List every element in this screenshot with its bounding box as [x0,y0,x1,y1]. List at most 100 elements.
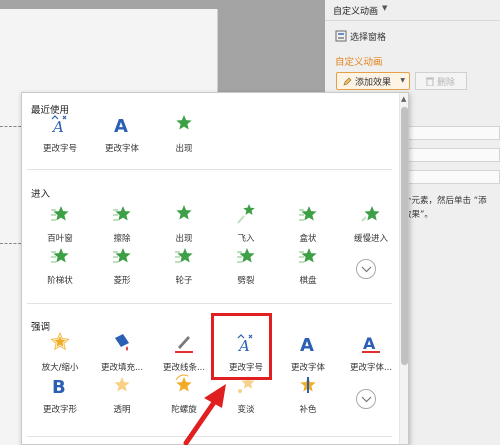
effect-item[interactable]: 缓慢进入 [340,203,402,253]
effect-label: 擦除 [113,234,131,244]
effect-label: 出现 [175,144,193,154]
effect-label: 更改线条... [162,363,206,373]
chevron-down-icon [361,396,372,403]
effect-label: 盒状 [299,234,317,244]
pencil-icon [343,77,352,85]
box-star-icon [298,203,318,225]
appear-star-icon [174,203,194,225]
section-divider [27,436,392,437]
effect-item[interactable]: A 更改字号 [29,113,91,163]
transparency-star-icon [112,374,132,396]
effect-label: 飞入 [237,234,255,244]
effect-item[interactable]: 阶梯状 [29,245,91,295]
change-line-icon [174,332,194,354]
effect-label: 陀螺旋 [171,405,197,415]
effect-item[interactable]: B 更改字形 [29,374,91,424]
more-entrance-effects-button[interactable] [356,259,376,279]
effect-property-field[interactable] [405,148,500,162]
effect-label: 透明 [113,405,131,415]
complementary-color-star-icon [298,374,318,396]
effect-label: 百叶窗 [47,234,73,244]
selection-pane-icon [335,30,347,42]
effect-label: 更改字体 [104,144,139,154]
effect-label: 更改字体... [349,363,393,373]
crawl-in-star-icon [361,203,381,225]
selection-pane-label: 选择窗格 [350,32,387,43]
effect-label: 更改字体 [290,363,325,373]
section-title-entrance: 进入 [31,189,51,200]
effect-item[interactable]: 出现 [153,113,215,163]
scroll-up-arrow-icon[interactable]: ▲ [401,95,406,103]
add-effect-label: 添加效果 [355,77,392,88]
pane-divider [325,20,500,21]
appear-star-icon [174,113,194,135]
selection-pane-button[interactable]: 选择窗格 [335,29,386,43]
effect-label: 更改字形 [42,405,77,415]
effect-item[interactable]: 菱形 [91,245,153,295]
placeholder-dashed-border [0,243,21,244]
svg-text:A: A [51,118,64,135]
grow-shrink-star-icon [50,331,70,354]
effect-label: 缓慢进入 [353,234,388,244]
effect-start-field[interactable] [405,126,500,140]
effect-label: 出现 [175,234,193,244]
chevron-down-icon: ▼ [400,77,405,84]
add-effect-menu: 最近使用 进入 强调 A 更改字号 A 更改字体 出现 百叶窗 擦除 出现 飞入 盒状 缓慢进入 阶梯… [21,92,409,445]
pane-hint-text: 个元素，然后单击 “添 [403,196,487,206]
delete-effect-button[interactable]: 删除 [415,72,467,90]
fly-in-star-icon [236,203,256,225]
effect-label: 变淡 [237,405,255,415]
wipe-star-icon [112,203,132,225]
delete-effect-label: 删除 [437,77,456,88]
effect-item[interactable]: 补色 [277,374,339,424]
effect-label: 更改字号 [42,144,77,154]
effect-item[interactable]: A 更改字体... [340,332,402,382]
effect-item[interactable]: 变淡 [215,374,277,424]
custom-animation-section-label: 自定义动画 [335,57,383,68]
checkerboard-star-icon [298,245,318,267]
wheel-star-icon [174,245,194,267]
effect-item[interactable]: 陀螺旋 [153,374,215,424]
section-divider [27,169,392,170]
pane-title-dropdown-icon[interactable]: ▼ [382,4,387,12]
font-size-change-icon: A [50,113,70,136]
more-emphasis-effects-button[interactable] [356,389,376,409]
effect-label: 补色 [299,405,317,415]
pane-header: 自定义动画 ▼ [325,0,500,20]
section-divider [27,303,392,304]
effect-label: 放大/缩小 [41,363,79,373]
effect-label: 阶梯状 [47,276,73,286]
spin-star-icon [174,374,194,396]
placeholder-dashed-border [0,126,21,127]
font-color-change-icon: A [361,332,381,354]
split-star-icon [236,245,256,267]
section-title-emphasis: 强调 [31,322,51,333]
effect-label: 轮子 [175,276,193,286]
change-fill-icon [112,332,132,354]
font-style-change-icon: B [50,374,70,398]
add-effect-button[interactable]: 添加效果 ▼ [336,72,410,90]
trash-icon [426,77,434,86]
pane-title[interactable]: 自定义动画 [333,4,378,17]
chevron-down-icon [361,266,372,273]
svg-text:B: B [52,377,66,396]
menu-scrollbar[interactable]: ▲ [399,93,408,444]
font-change-icon: A [298,332,318,356]
effect-item[interactable]: 劈裂 [215,245,277,295]
font-change-icon: A [112,113,132,137]
annotation-highlight-box [211,313,272,380]
svg-text:A: A [114,116,128,135]
svg-text:A: A [363,334,376,353]
effect-speed-field[interactable] [405,170,500,184]
effect-label: 棋盘 [299,276,317,286]
scrollbar-thumb[interactable] [401,107,408,365]
effect-item[interactable]: 透明 [91,374,153,424]
effect-label: 更改填充... [100,363,144,373]
svg-text:A: A [300,335,314,354]
effect-item[interactable]: 轮子 [153,245,215,295]
effect-label: 劈裂 [237,276,255,286]
effect-item[interactable]: A 更改字体 [91,113,153,163]
effect-label: 菱形 [113,276,131,286]
diamond-star-icon [112,245,132,267]
effect-item[interactable]: 棋盘 [277,245,339,295]
